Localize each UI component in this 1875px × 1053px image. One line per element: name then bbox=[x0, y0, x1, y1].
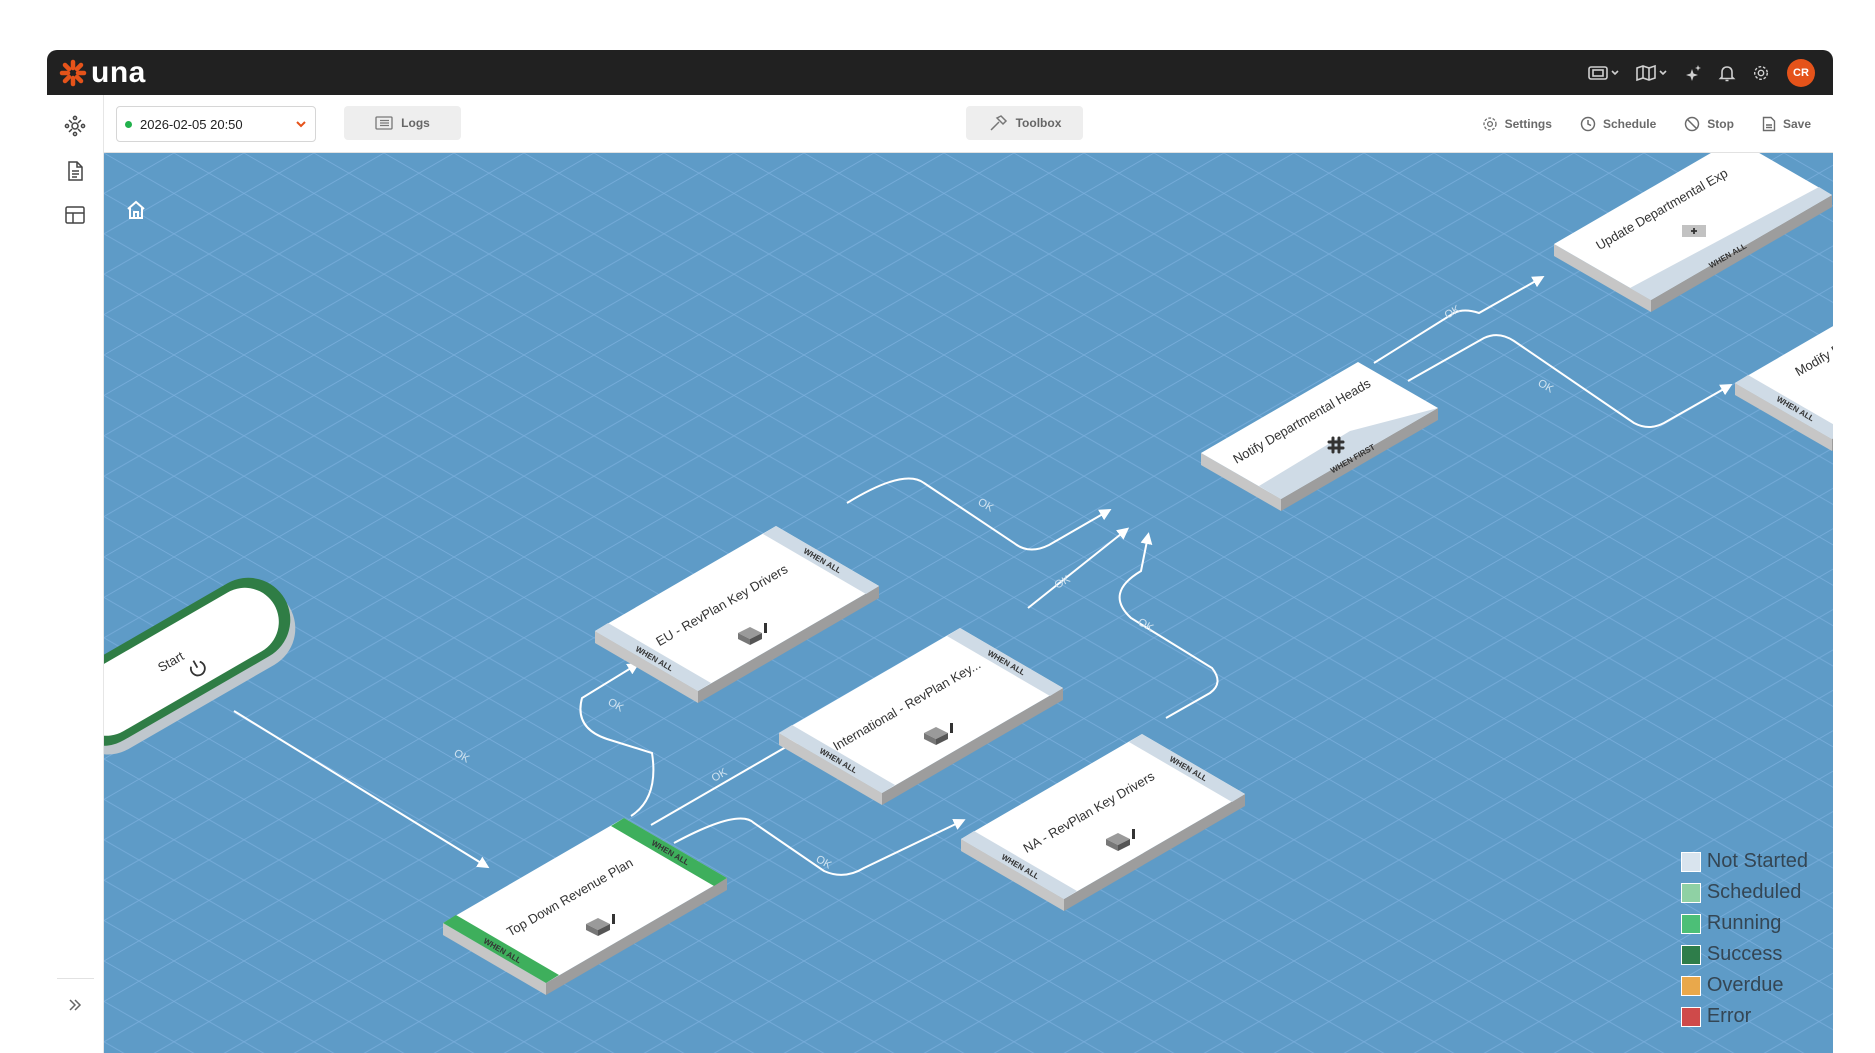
una-logo[interactable]: una bbox=[59, 57, 146, 89]
layout-icon[interactable] bbox=[62, 202, 88, 228]
stop-button[interactable]: Stop bbox=[1684, 116, 1734, 132]
avatar[interactable]: CR bbox=[1787, 58, 1815, 87]
display-icon[interactable] bbox=[1583, 57, 1625, 89]
workflow-canvas[interactable]: OK OK OK OK OK OK OK OK OK Start WHEN AL… bbox=[104, 153, 1833, 1053]
settings-icon bbox=[1482, 117, 1497, 131]
legend-label: Scheduled bbox=[1706, 881, 1802, 903]
top-bar: una CR bbox=[47, 50, 1833, 95]
status-legend: Not Started Scheduled Running Success Ov… bbox=[1680, 850, 1808, 1028]
legend-item-success: Success bbox=[1680, 943, 1808, 966]
run-select[interactable]: 2026-02-05 20:50 bbox=[116, 106, 316, 142]
legend-swatch bbox=[1680, 975, 1701, 996]
run-status-dot bbox=[125, 120, 132, 128]
tool-icon bbox=[1682, 225, 1706, 237]
logs-label: Logs bbox=[401, 116, 430, 130]
toolbox-label: Toolbox bbox=[1015, 116, 1062, 130]
sparkle-icon[interactable] bbox=[1679, 57, 1707, 89]
workflow-toolbar: 2026-02-05 20:50 Logs Toolbox Settings S… bbox=[104, 95, 1833, 153]
double-chevron-right-icon[interactable] bbox=[62, 992, 88, 1018]
legend-item-scheduled: Scheduled bbox=[1680, 881, 1808, 904]
logs-button[interactable]: Logs bbox=[344, 106, 461, 140]
rail-divider bbox=[57, 978, 94, 979]
hammer-icon bbox=[990, 115, 1007, 131]
workflow-diagram: OK OK OK OK OK OK OK OK OK Start WHEN AL… bbox=[104, 153, 1833, 1053]
schedule-label: Schedule bbox=[1602, 117, 1657, 131]
logs-icon bbox=[375, 116, 393, 130]
gear-icon[interactable] bbox=[1747, 57, 1775, 89]
home-icon[interactable] bbox=[124, 198, 148, 222]
legend-item-running: Running bbox=[1680, 912, 1808, 935]
schedule-button[interactable]: Schedule bbox=[1580, 116, 1656, 132]
chevron-down-icon bbox=[296, 121, 306, 128]
toolbox-button[interactable]: Toolbox bbox=[966, 106, 1083, 140]
clock-icon bbox=[1580, 116, 1596, 132]
legend-item-not-started: Not Started bbox=[1680, 850, 1808, 873]
legend-label: Error bbox=[1706, 1005, 1752, 1027]
brand-name: una bbox=[91, 56, 146, 89]
legend-item-overdue: Overdue bbox=[1680, 974, 1808, 997]
map-icon[interactable] bbox=[1631, 57, 1673, 89]
save-button[interactable]: Save bbox=[1762, 116, 1811, 132]
legend-swatch bbox=[1680, 913, 1701, 934]
settings-button[interactable]: Settings bbox=[1482, 116, 1552, 132]
left-rail bbox=[47, 95, 104, 1053]
app-window: una CR 2026-02-05 20:50 Logs Toolbox Set… bbox=[47, 50, 1833, 1053]
legend-swatch bbox=[1680, 944, 1701, 965]
run-select-value: 2026-02-05 20:50 bbox=[140, 116, 243, 132]
legend-swatch bbox=[1680, 1006, 1701, 1027]
legend-swatch bbox=[1680, 882, 1701, 903]
iso-grid bbox=[104, 153, 1833, 1053]
stop-icon bbox=[1685, 116, 1700, 132]
save-label: Save bbox=[1782, 117, 1811, 131]
document-icon[interactable] bbox=[62, 158, 88, 184]
una-logo-icon bbox=[59, 59, 87, 87]
legend-label: Running bbox=[1706, 912, 1782, 934]
legend-label: Overdue bbox=[1706, 974, 1784, 996]
legend-swatch bbox=[1680, 851, 1701, 872]
legend-label: Success bbox=[1706, 943, 1783, 965]
stop-label: Stop bbox=[1707, 117, 1734, 131]
legend-label: Not Started bbox=[1706, 850, 1808, 872]
legend-item-error: Error bbox=[1680, 1005, 1808, 1028]
workflow-icon[interactable] bbox=[62, 113, 88, 139]
save-icon bbox=[1762, 116, 1776, 132]
settings-label: Settings bbox=[1504, 117, 1552, 131]
bell-icon[interactable] bbox=[1713, 57, 1741, 89]
